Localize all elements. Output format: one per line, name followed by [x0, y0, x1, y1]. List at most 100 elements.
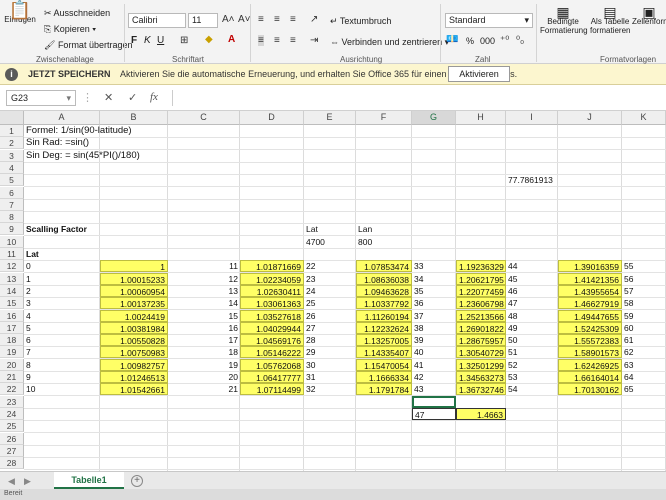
cell-j13[interactable]: 1.41421356	[558, 272, 622, 285]
cell-d13[interactable]: 1.02234059	[240, 272, 304, 285]
cell-i13[interactable]: 45	[506, 273, 558, 285]
cell-f10[interactable]: 800	[356, 236, 412, 248]
cell-j18[interactable]: 1.55572383	[558, 334, 622, 347]
row-header-3[interactable]: 3	[0, 149, 24, 162]
insert-function-icon[interactable]: fx	[150, 91, 158, 103]
cell-a21[interactable]: 9	[24, 371, 100, 383]
cell-g21[interactable]: 42	[412, 371, 456, 383]
column-header-d[interactable]: D	[240, 111, 304, 125]
cell-f13[interactable]: 1.08636038	[356, 272, 412, 285]
cell-f19[interactable]: 1.14335407	[356, 346, 412, 359]
cell-f20[interactable]: 1.15470054	[356, 358, 412, 371]
number-format-select[interactable]: Standard ▾	[445, 13, 533, 28]
row-header-20[interactable]: 20	[0, 358, 24, 371]
cell-i19[interactable]: 51	[506, 346, 558, 358]
cell-h17[interactable]: 1.26901822	[456, 321, 506, 334]
cell-g15[interactable]: 36	[412, 297, 456, 309]
cell-g22[interactable]: 43	[412, 383, 456, 395]
cell-k20[interactable]: 63	[622, 359, 666, 371]
cell-d22[interactable]: 1.07114499	[240, 383, 304, 396]
align-bottom-icon[interactable]: ≡	[290, 14, 296, 25]
cell-h13[interactable]: 1.20621795	[456, 272, 506, 285]
row-header-18[interactable]: 18	[0, 334, 24, 347]
column-header-e[interactable]: E	[304, 111, 356, 125]
cell-e13[interactable]: 23	[304, 273, 356, 285]
cell-i15[interactable]: 47	[506, 297, 558, 309]
cell-a18[interactable]: 6	[24, 334, 100, 346]
column-header-j[interactable]: J	[558, 111, 622, 125]
align-right-icon[interactable]: ≡	[290, 35, 296, 46]
cell-f12[interactable]: 1.07853474	[356, 260, 412, 273]
cell-a22[interactable]: 10	[24, 383, 100, 395]
cell-d18[interactable]: 1.04569176	[240, 334, 304, 347]
row-header-6[interactable]: 6	[0, 186, 24, 199]
cell-e21[interactable]: 31	[304, 371, 356, 383]
prev-sheet-icon[interactable]: ◀	[8, 476, 15, 487]
cell-j14[interactable]: 1.43955654	[558, 284, 622, 297]
cell-f18[interactable]: 1.13257005	[356, 334, 412, 347]
cell-d14[interactable]: 1.02630411	[240, 284, 304, 297]
row-header-16[interactable]: 16	[0, 309, 24, 322]
cell-i21[interactable]: 53	[506, 371, 558, 383]
cell-b19[interactable]: 1.00750983	[100, 346, 168, 359]
cell-c15[interactable]: 14	[168, 297, 240, 309]
cell-k12[interactable]: 55	[622, 260, 666, 272]
cell-h24[interactable]: 1.4663	[456, 407, 506, 420]
cell-a19[interactable]: 7	[24, 346, 100, 358]
cell-a9[interactable]: Scalling Factor	[24, 223, 100, 235]
cell-k21[interactable]: 64	[622, 371, 666, 383]
select-all-corner[interactable]	[0, 111, 24, 125]
wrap-text-button[interactable]: ↵ Textumbruch	[330, 16, 391, 27]
fill-color-icon[interactable]: ◆	[205, 34, 213, 45]
row-header-2[interactable]: 2	[0, 137, 24, 150]
cell-b21[interactable]: 1.01246513	[100, 371, 168, 383]
cell-h21[interactable]: 1.34563273	[456, 371, 506, 383]
cell-g24[interactable]: 47	[412, 407, 456, 420]
cell-k19[interactable]: 62	[622, 346, 666, 358]
row-header-1[interactable]: 1	[0, 125, 24, 137]
align-left-icon[interactable]: ≡	[258, 35, 264, 46]
cell-a20[interactable]: 8	[24, 359, 100, 371]
cell-c14[interactable]: 13	[168, 285, 240, 297]
cell-a2[interactable]: Sin Rad: =sin()	[24, 137, 100, 149]
row-header-28[interactable]: 28	[0, 457, 24, 470]
cell-c18[interactable]: 17	[168, 334, 240, 346]
cell-c21[interactable]: 20	[168, 371, 240, 383]
cell-h16[interactable]: 1.25213566	[456, 309, 506, 322]
borders-icon[interactable]: ⊞	[180, 35, 188, 46]
row-header-24[interactable]: 24	[0, 407, 24, 420]
cell-b16[interactable]: 1.0024419	[100, 309, 168, 322]
cell-f15[interactable]: 1.10337792	[356, 297, 412, 310]
percent-button[interactable]: %	[466, 36, 474, 46]
font-name-select[interactable]: Calibri	[128, 13, 186, 28]
cell-h14[interactable]: 1.22077459	[456, 284, 506, 297]
row-header-8[interactable]: 8	[0, 211, 24, 224]
cell-d20[interactable]: 1.05762068	[240, 358, 304, 371]
name-box[interactable]: G23 ▾	[6, 90, 76, 106]
cell-f16[interactable]: 1.11260194	[356, 309, 412, 322]
row-header-27[interactable]: 27	[0, 444, 24, 457]
cell-a14[interactable]: 2	[24, 285, 100, 297]
indent-icon[interactable]: ⇥	[310, 35, 318, 46]
cell-d21[interactable]: 1.06417777	[240, 371, 304, 383]
cell-c17[interactable]: 16	[168, 322, 240, 334]
cell-e22[interactable]: 32	[304, 383, 356, 395]
cell-e18[interactable]: 28	[304, 334, 356, 346]
row-header-4[interactable]: 4	[0, 161, 24, 174]
paste-button[interactable]: 📋 Einfügen	[3, 1, 37, 46]
cell-b18[interactable]: 1.00550828	[100, 334, 168, 347]
cell-h18[interactable]: 1.28675957	[456, 334, 506, 347]
increase-decimal-icon[interactable]: ⁺⁰	[500, 35, 509, 46]
cell-c16[interactable]: 15	[168, 310, 240, 322]
column-header-a[interactable]: A	[24, 111, 100, 125]
cell-g20[interactable]: 41	[412, 359, 456, 371]
cell-e16[interactable]: 26	[304, 310, 356, 322]
cell-b22[interactable]: 1.01542661	[100, 383, 168, 396]
cell-c13[interactable]: 12	[168, 273, 240, 285]
more-options-icon[interactable]: ⋮	[82, 91, 93, 104]
align-middle-icon[interactable]: ≡	[274, 14, 280, 25]
cell-k17[interactable]: 60	[622, 322, 666, 334]
cell-k13[interactable]: 56	[622, 273, 666, 285]
cell-d19[interactable]: 1.05146222	[240, 346, 304, 359]
cell-f14[interactable]: 1.09463628	[356, 284, 412, 297]
